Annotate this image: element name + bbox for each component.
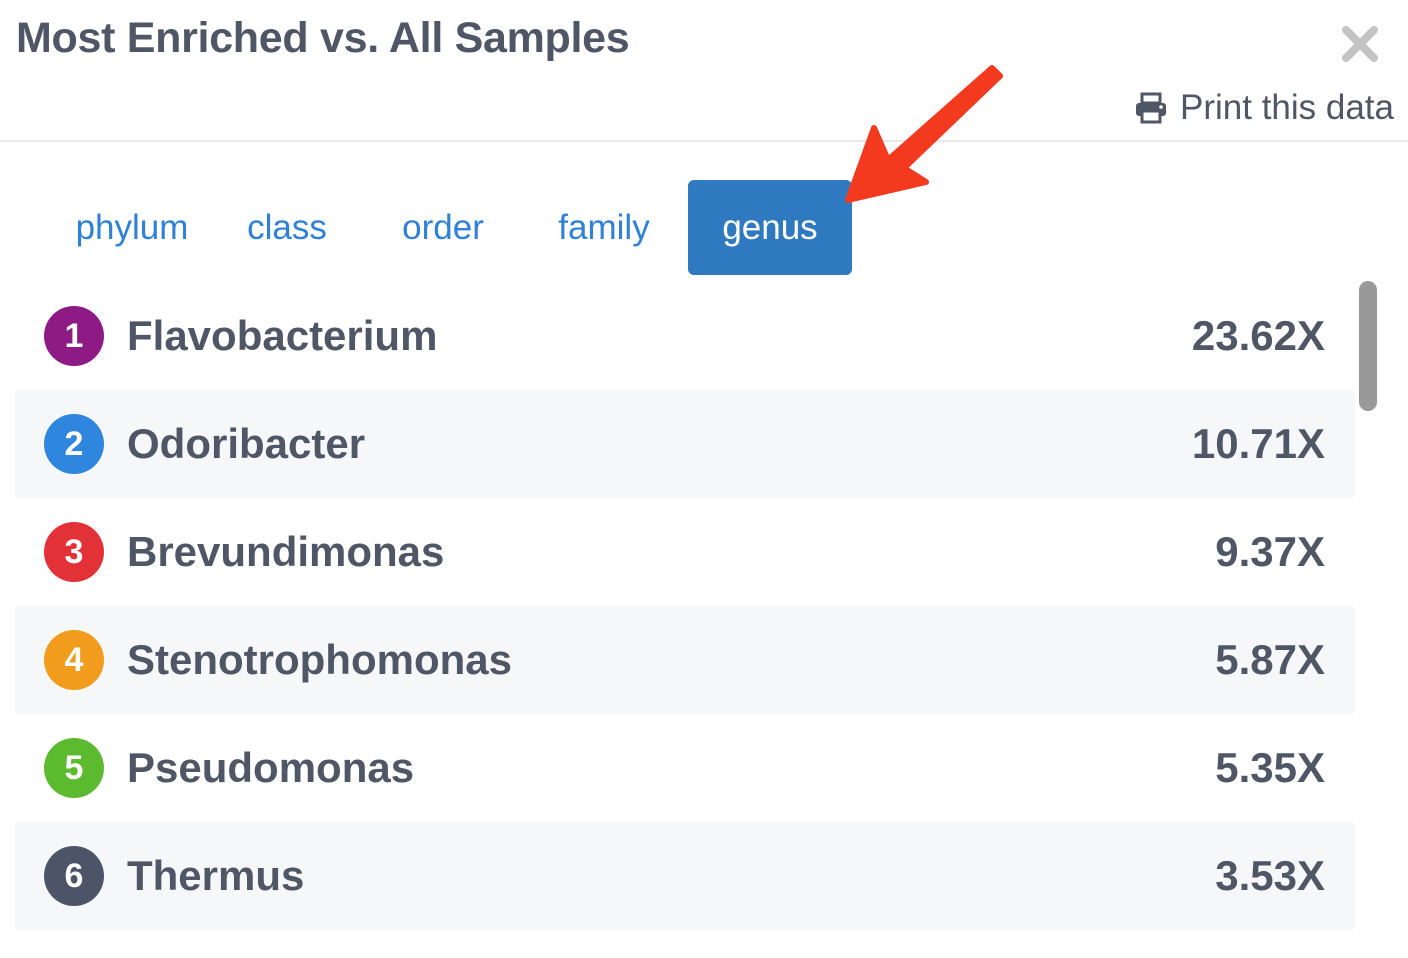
list-item[interactable]: 4 Stenotrophomonas 5.87X [15,606,1355,714]
rank-badge: 4 [44,630,104,690]
enrichment-value: 10.71X [1191,420,1325,467]
rank-badge: 6 [44,846,104,906]
taxon-name: Flavobacterium [127,312,438,359]
taxon-name: Stenotrophomonas [127,636,512,683]
enrichment-value: 3.53X [1215,852,1325,899]
enrichment-panel: Most Enriched vs. All Samples Print this… [0,0,1408,958]
enriched-list: 1 Flavobacterium 23.62X 2 Odoribacter 10… [15,282,1355,930]
rank-badge: 5 [44,738,104,798]
rank-badge: 1 [44,306,104,366]
taxonomy-tabs: phylum class order family genus [48,180,852,275]
list-item[interactable]: 2 Odoribacter 10.71X [15,390,1355,498]
print-data-label: Print this data [1180,88,1394,127]
list-item[interactable]: 3 Brevundimonas 9.37X [15,498,1355,606]
tab-order[interactable]: order [358,180,528,275]
close-icon [1342,26,1378,62]
panel-title: Most Enriched vs. All Samples [16,14,630,62]
enrichment-value: 5.87X [1215,636,1325,683]
rank-badge: 3 [44,522,104,582]
taxon-name: Pseudomonas [127,744,415,791]
tab-class[interactable]: class [216,180,358,275]
tab-family[interactable]: family [528,180,680,275]
list-item[interactable]: 1 Flavobacterium 23.62X [15,282,1355,390]
list-item[interactable]: 5 Pseudomonas 5.35X [15,714,1355,822]
tab-phylum[interactable]: phylum [48,180,216,275]
header-divider [0,140,1408,142]
rank-badge: 2 [44,414,104,474]
enrichment-value: 9.37X [1215,528,1325,575]
print-data-link[interactable]: Print this data [1134,86,1394,130]
list-item[interactable]: 6 Thermus 3.53X [15,822,1355,930]
close-button[interactable] [1338,22,1382,66]
taxon-name: Brevundimonas [127,528,445,575]
list-scrollbar[interactable] [1359,281,1377,411]
enrichment-value: 23.62X [1191,312,1325,359]
taxon-name: Odoribacter [127,420,366,467]
tab-genus[interactable]: genus [688,180,852,275]
printer-icon [1136,92,1166,124]
taxon-name: Thermus [127,852,305,899]
enrichment-value: 5.35X [1215,744,1325,791]
